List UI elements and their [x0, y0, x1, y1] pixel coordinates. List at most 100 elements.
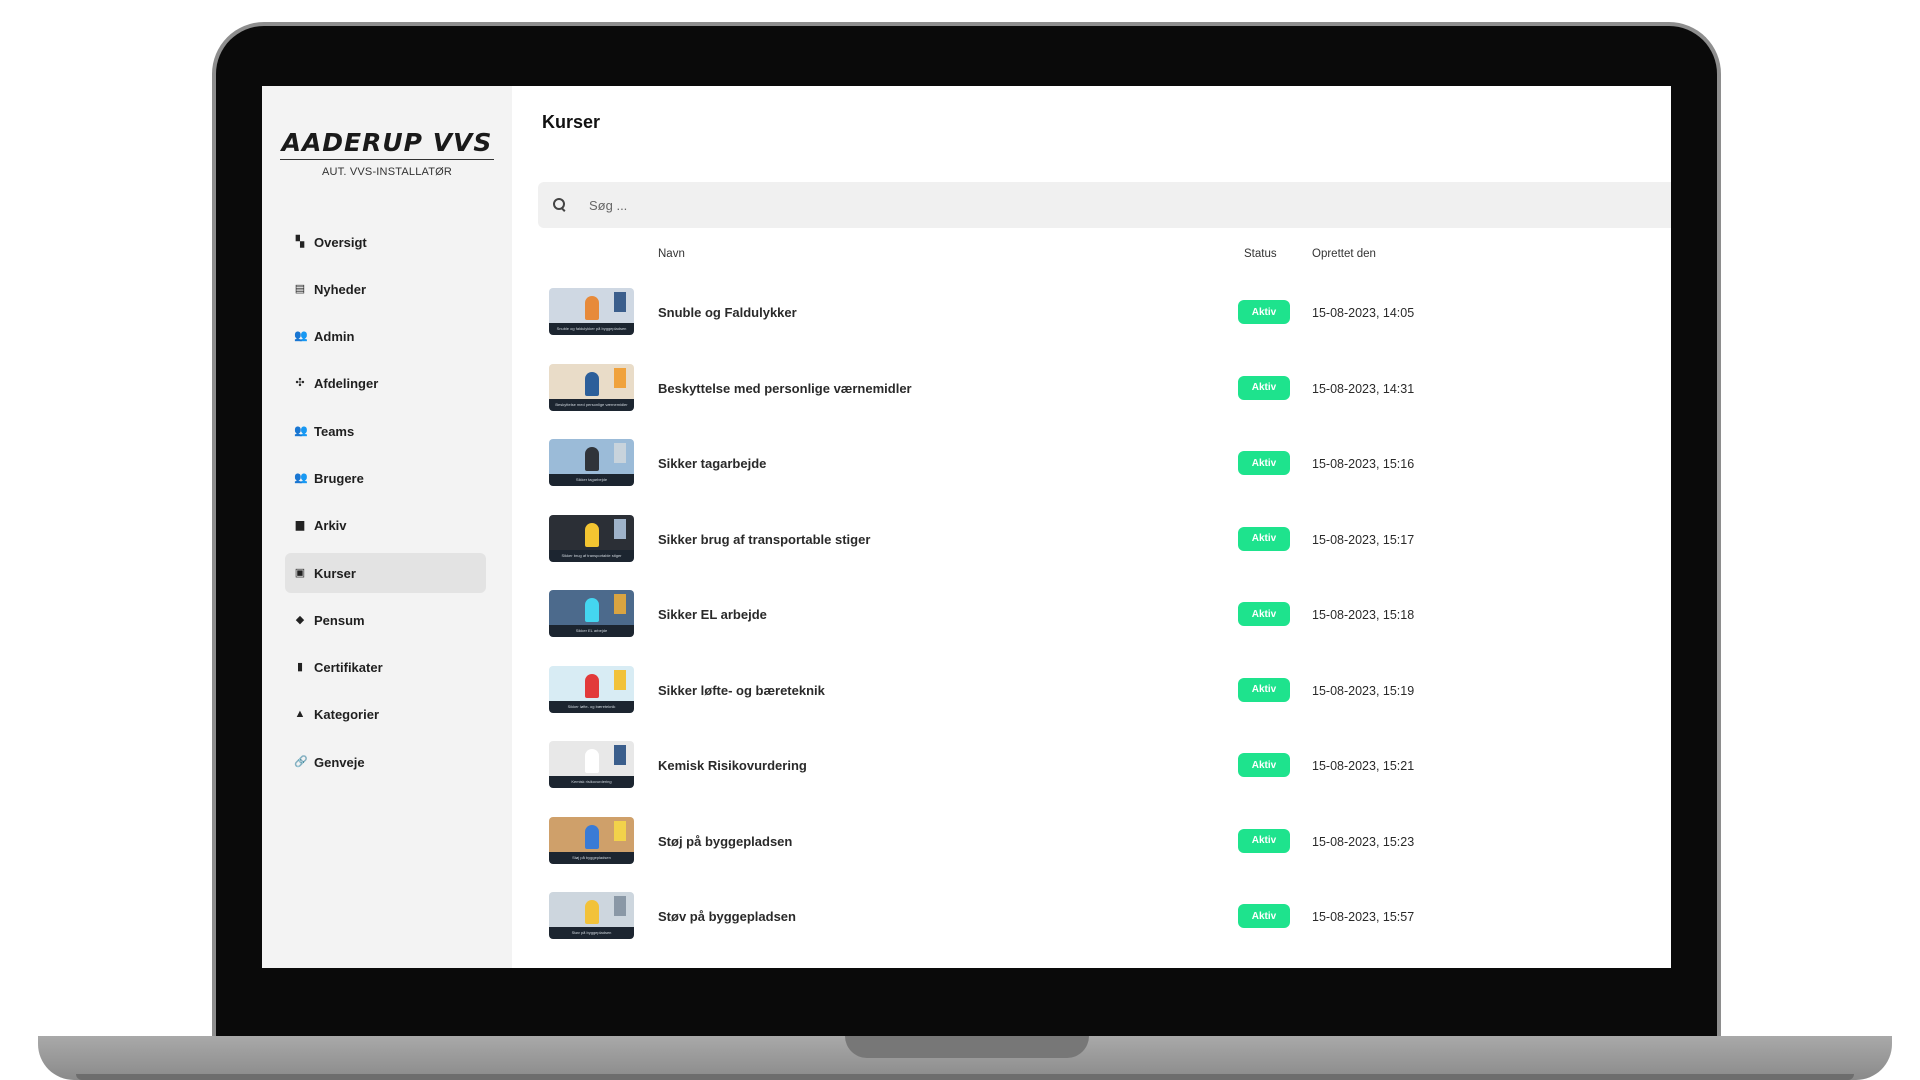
- dashboard-icon: ▚: [295, 235, 305, 248]
- document-icon: ▤: [294, 282, 306, 295]
- thumbnail-figure: [614, 820, 626, 841]
- sidebar-item-arkiv[interactable]: ▆ Arkiv: [285, 506, 486, 546]
- thumbnail-figure: [585, 900, 599, 924]
- sidebar-item-nyheder[interactable]: ▤ Nyheder: [285, 269, 486, 309]
- archive-icon: ▆: [295, 519, 305, 532]
- created-date: 15-08-2023, 15:16: [1312, 457, 1415, 471]
- thumbnail-figure: [614, 669, 626, 690]
- course-thumbnail[interactable]: Beskyttelse med personlige værnemidler: [549, 363, 634, 411]
- course-name[interactable]: Sikker EL arbejde: [658, 607, 767, 622]
- sidebar-item-kurser[interactable]: ▣ Kurser: [285, 553, 486, 594]
- course-name[interactable]: Kemisk Risikovurdering: [658, 758, 807, 773]
- sidebar-item-label: Kurser: [314, 565, 356, 581]
- created-date: 15-08-2023, 15:21: [1312, 759, 1415, 773]
- sidebar-item-label: Brugere: [314, 470, 364, 486]
- course-name[interactable]: Sikker løfte- og bæreteknik: [658, 683, 825, 698]
- sidebar-item-pensum[interactable]: ◆ Pensum: [285, 600, 486, 640]
- thumbnail-caption: Støv på byggepladsen: [549, 927, 634, 939]
- sidebar-item-genveje[interactable]: 🔗 Genveje: [285, 742, 486, 782]
- users-icon: 👥: [294, 471, 308, 484]
- search-input[interactable]: [589, 197, 1189, 213]
- course-thumbnail[interactable]: Støj på byggepladsen: [549, 816, 634, 864]
- table-row[interactable]: Sikker EL arbejde Sikker EL arbejde Akti…: [512, 580, 1671, 656]
- status-badge: Aktiv: [1238, 828, 1290, 853]
- sidebar-item-certifikater[interactable]: ▮ Certifikater: [285, 648, 486, 688]
- course-name[interactable]: Snuble og Faldulykker: [658, 305, 797, 320]
- thumbnail-figure: [585, 371, 599, 396]
- thumbnail-caption: Sikker tagarbejde: [549, 474, 634, 486]
- sidebar-item-admin[interactable]: 👥 Admin: [285, 317, 486, 357]
- logo-subtitle: AUT. VVS-INSTALLATØR: [321, 166, 453, 178]
- sidebar-item-label: Kategorier: [314, 707, 380, 723]
- created-date: 15-08-2023, 15:17: [1312, 532, 1415, 547]
- thumbnail-figure: [614, 443, 626, 463]
- sidebar-item-label: Arkiv: [314, 518, 347, 534]
- logo[interactable]: AADERUP VVS AUT. VVS-INSTALLATØR: [262, 128, 512, 178]
- search-bar[interactable]: [538, 182, 1671, 228]
- status-badge: Aktiv: [1238, 375, 1290, 400]
- sidebar-item-label: Genveje: [314, 754, 365, 770]
- created-date: 15-08-2023, 15:19: [1312, 683, 1415, 698]
- thumbnail-figure: [585, 673, 599, 698]
- column-header-name[interactable]: Navn: [658, 248, 685, 260]
- course-name[interactable]: Støj på byggepladsen: [658, 834, 792, 849]
- sidebar-item-label: Certifikater: [314, 660, 383, 676]
- thumbnail-figure: [614, 745, 626, 765]
- thumbnail-caption: Sikker EL arbejde: [549, 625, 634, 637]
- link-icon: 🔗: [294, 755, 308, 768]
- course-thumbnail[interactable]: Sikker EL arbejde: [549, 590, 634, 637]
- thumbnail-figure: [614, 367, 626, 388]
- table-row[interactable]: Sikker brug af transportable stiger Sikk…: [512, 505, 1671, 581]
- column-header-status[interactable]: Status: [1244, 248, 1277, 260]
- thumbnail-figure: [585, 296, 599, 320]
- course-name[interactable]: Sikker brug af transportable stiger: [658, 532, 870, 547]
- sidebar-item-kategorier[interactable]: ▲ Kategorier: [285, 695, 486, 735]
- sidebar-nav: ▚ Oversigt ▤ Nyheder 👥 Admin ✣ Afdelinger 👥 Teams…: [262, 222, 512, 782]
- status-badge: Aktiv: [1238, 677, 1290, 702]
- status-badge: Aktiv: [1238, 904, 1290, 928]
- sidebar-item-brugere[interactable]: 👥 Brugere: [285, 458, 486, 498]
- created-date: 15-08-2023, 15:18: [1312, 608, 1415, 622]
- thumbnail-caption: Beskyttelse med personlige værnemidler: [549, 398, 634, 411]
- course-name[interactable]: Beskyttelse med personlige værnemidler: [658, 381, 912, 396]
- table-row[interactable]: Sikker løfte- og bæreteknik Sikker løfte…: [512, 656, 1671, 732]
- course-thumbnail[interactable]: Sikker løfte- og bæreteknik: [549, 665, 634, 713]
- table-row[interactable]: Kemisk risikovurdering Kemisk Risikovurd…: [512, 731, 1671, 807]
- status-badge: Aktiv: [1238, 753, 1290, 777]
- logo-title: AADERUP VVS: [279, 128, 495, 160]
- course-thumbnail[interactable]: Støv på byggepladsen: [549, 892, 634, 939]
- laptop-foot: [76, 1074, 1854, 1080]
- course-thumbnail[interactable]: Sikker brug af transportable stiger: [549, 514, 634, 562]
- table-row[interactable]: Sikker tagarbejde Sikker tagarbejde Akti…: [512, 429, 1671, 505]
- course-thumbnail[interactable]: Kemisk risikovurdering: [549, 741, 634, 788]
- thumbnail-caption: Sikker brug af transportable stiger: [549, 549, 634, 562]
- column-header-created[interactable]: Oprettet den: [1312, 248, 1376, 260]
- graduation-cap-icon: ◆: [295, 613, 305, 626]
- created-date: 15-08-2023, 14:31: [1312, 381, 1415, 396]
- sidebar-item-label: Afdelinger: [314, 376, 379, 392]
- sidebar-item-label: Nyheder: [314, 281, 367, 297]
- laptop-notch: [845, 1036, 1089, 1058]
- sidebar-item-label: Admin: [314, 329, 355, 345]
- table-row[interactable]: Snuble og faldulykker på byggepladsen Sn…: [512, 278, 1671, 354]
- courses-icon: ▣: [294, 566, 306, 579]
- course-thumbnail[interactable]: Sikker tagarbejde: [549, 439, 634, 486]
- course-name[interactable]: Sikker tagarbejde: [658, 456, 766, 471]
- thumbnail-figure: [585, 749, 599, 773]
- thumbnail-figure: [614, 594, 626, 614]
- table-row[interactable]: Beskyttelse med personlige værnemidler B…: [512, 354, 1671, 430]
- course-name[interactable]: Støv på byggepladsen: [658, 909, 796, 924]
- sidebar-item-teams[interactable]: 👥 Teams: [285, 411, 486, 451]
- table-row[interactable]: Støv på byggepladsen Støv på byggepladse…: [512, 882, 1671, 958]
- sidebar-item-afdelinger[interactable]: ✣ Afdelinger: [285, 364, 486, 404]
- teams-icon: 👥: [294, 424, 308, 437]
- admin-users-icon: 👥: [294, 330, 308, 343]
- page-title: Kurser: [542, 112, 601, 132]
- screen: AADERUP VVS AUT. VVS-INSTALLATØR ▚ Oversi…: [262, 86, 1671, 968]
- table-header: Navn Status Oprettet den: [512, 248, 1671, 266]
- thumbnail-caption: Sikker løfte- og bæreteknik: [549, 700, 634, 713]
- sidebar-item-oversigt[interactable]: ▚ Oversigt: [285, 222, 486, 262]
- sidebar: AADERUP VVS AUT. VVS-INSTALLATØR ▚ Oversi…: [262, 86, 512, 968]
- table-row[interactable]: Støj på byggepladsen Støj på byggepladse…: [512, 807, 1671, 883]
- course-thumbnail[interactable]: Snuble og faldulykker på byggepladsen: [549, 288, 634, 335]
